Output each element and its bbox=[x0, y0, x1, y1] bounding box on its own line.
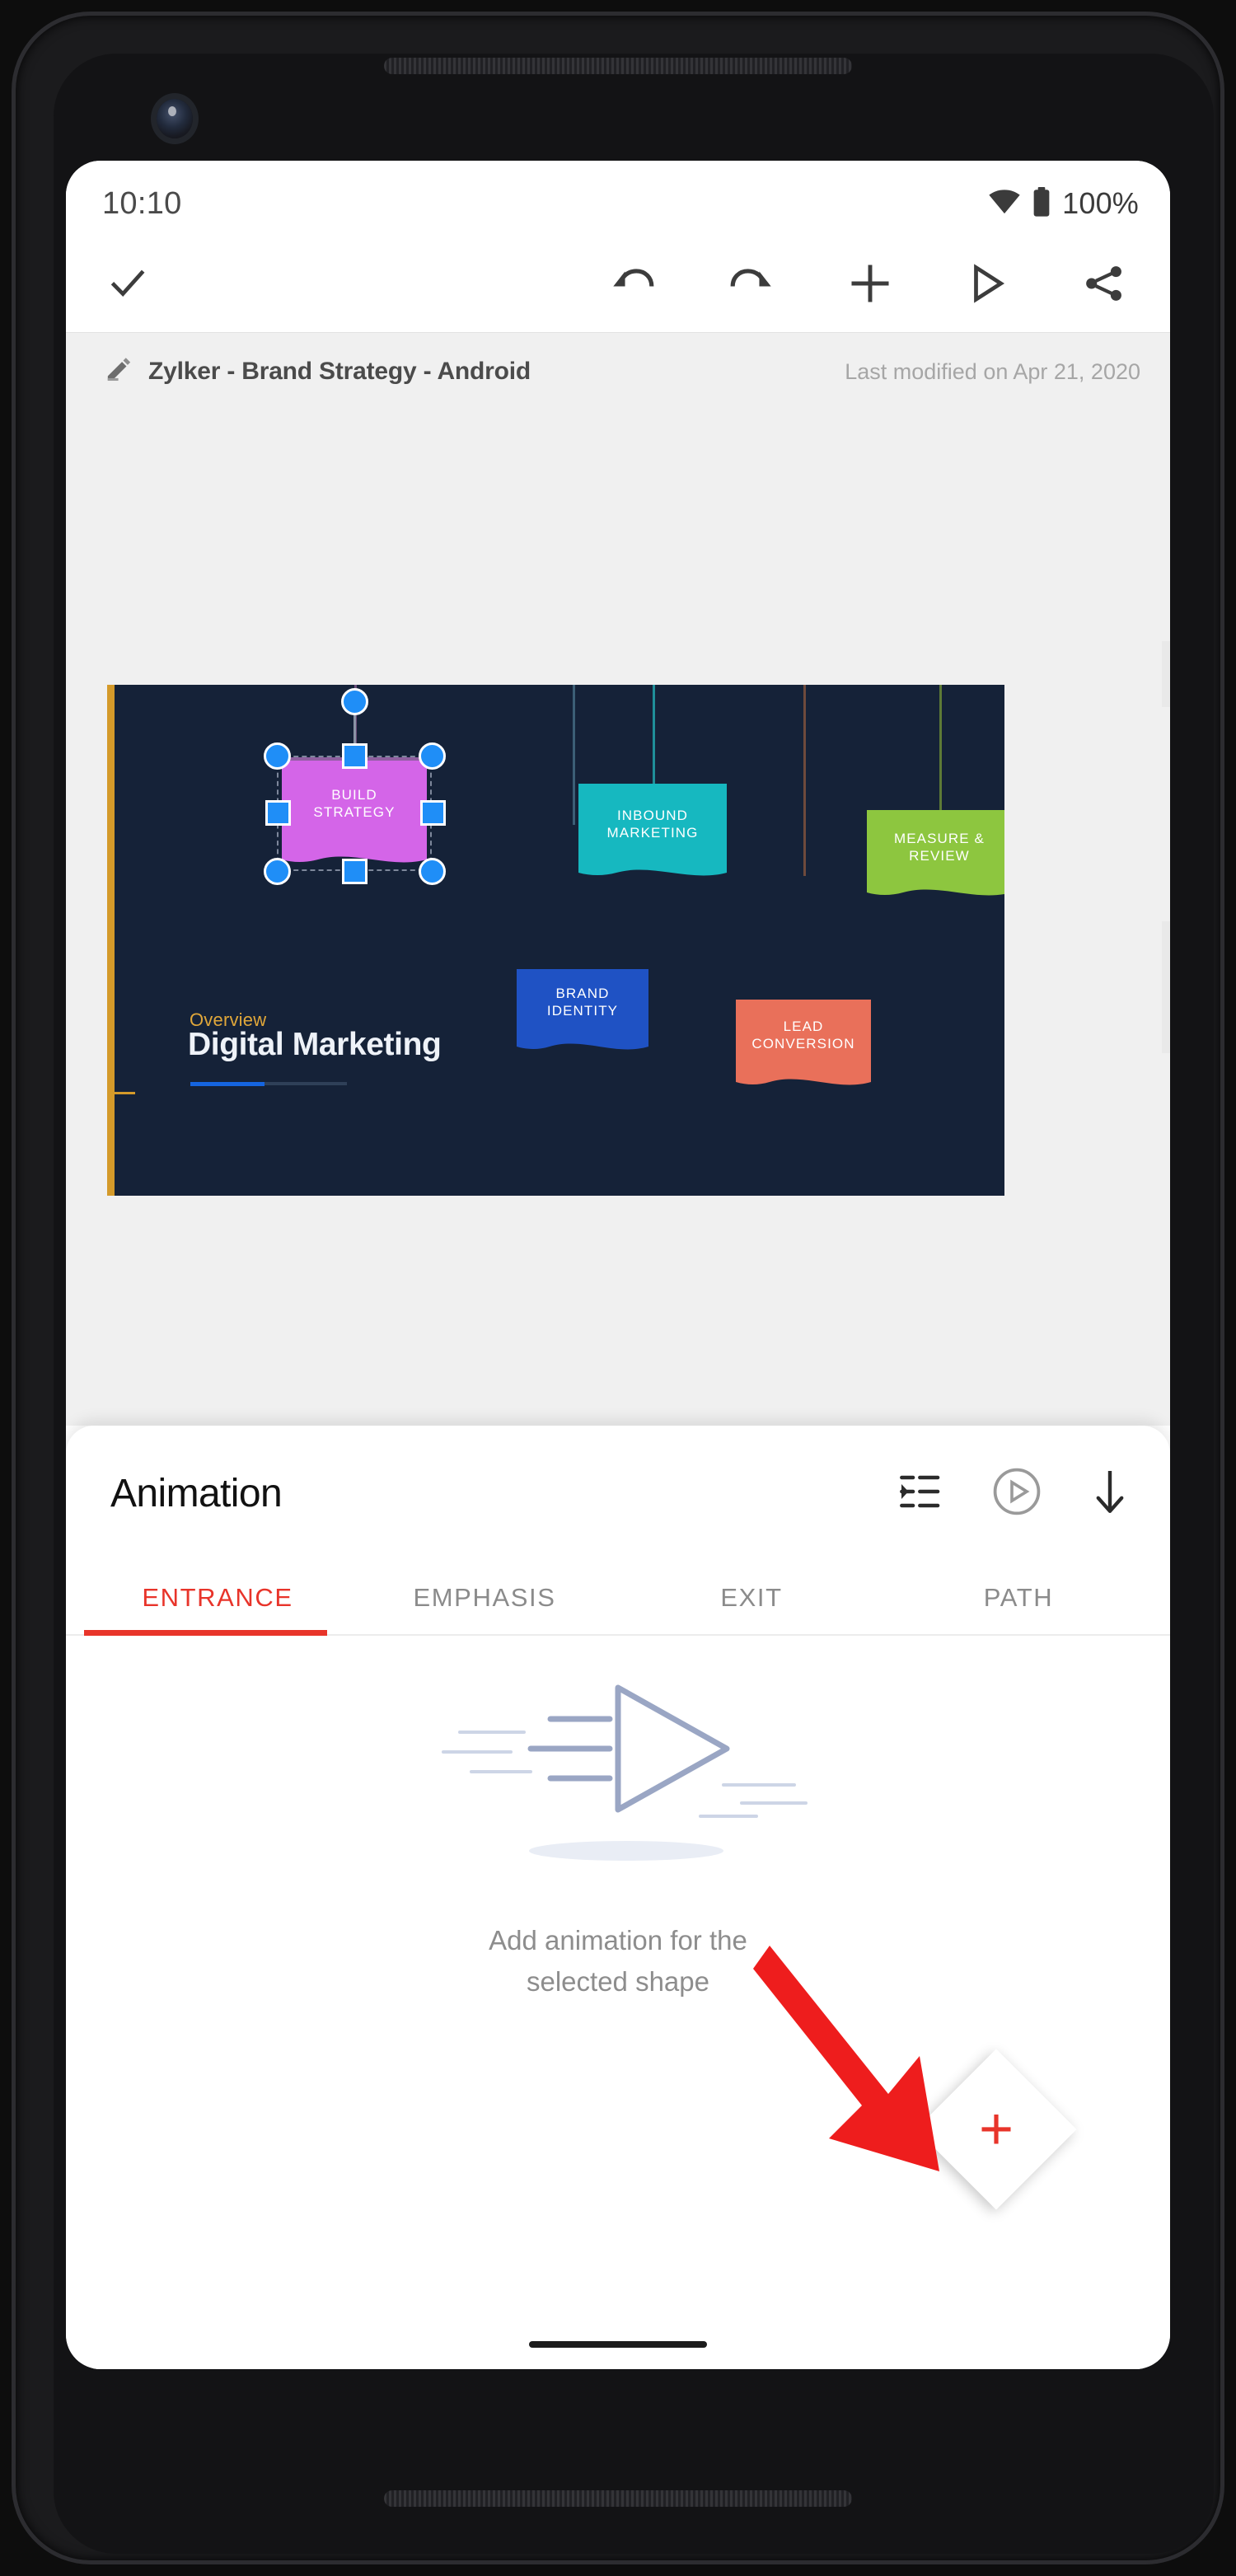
shape-brand-identity[interactable]: BRAND IDENTITY bbox=[517, 969, 648, 1035]
connector-line-5 bbox=[939, 685, 942, 810]
selection-handle-top-right[interactable] bbox=[419, 742, 446, 770]
app-toolbar bbox=[66, 235, 1170, 332]
selection-handle-bottom-right[interactable] bbox=[419, 858, 446, 885]
empty-message-line-2: selected shape bbox=[527, 1966, 709, 1998]
tab-emphasis[interactable]: EMPHASIS bbox=[351, 1571, 618, 1634]
phone-screen: 10:10 100% Zylker - Brand Strategy - And… bbox=[66, 161, 1170, 2369]
arrow-down-icon[interactable] bbox=[1093, 1468, 1127, 1520]
shape-label: BRAND IDENTITY bbox=[546, 985, 619, 1019]
shape-banner-tail-4 bbox=[517, 1033, 648, 1050]
battery-full-icon bbox=[1032, 186, 1051, 221]
undo-button[interactable] bbox=[610, 262, 656, 305]
connector-line-3 bbox=[653, 685, 655, 784]
play-circle-icon[interactable] bbox=[992, 1467, 1042, 1520]
shape-measure-review[interactable]: MEASURE & REVIEW bbox=[867, 813, 1004, 881]
slide-strip-peek-bottom bbox=[1162, 921, 1170, 1053]
connector-line-2 bbox=[573, 685, 575, 825]
earpiece-speaker-grille bbox=[384, 58, 852, 74]
animation-panel-header: Animation bbox=[66, 1426, 1170, 1520]
status-bar-indicators: 100% bbox=[988, 186, 1139, 221]
selection-rotate-handle[interactable] bbox=[341, 688, 368, 715]
selection-bounding-box bbox=[277, 756, 432, 871]
tab-exit[interactable]: EXIT bbox=[618, 1571, 885, 1634]
shape-label: INBOUND MARKETING bbox=[606, 807, 699, 841]
done-button[interactable] bbox=[105, 261, 150, 306]
slide-accent-bar bbox=[107, 685, 115, 1196]
tab-path[interactable]: PATH bbox=[885, 1571, 1152, 1634]
slide-preview[interactable]: BUILD STRATEGY INBOUND MARKETING MEASURE… bbox=[107, 685, 1004, 1196]
shape-lead-conversion[interactable]: LEAD CONVERSION bbox=[736, 1000, 871, 1070]
phone-frame: 10:10 100% Zylker - Brand Strategy - And… bbox=[0, 0, 1236, 2576]
slide-accent-tick bbox=[107, 1092, 135, 1094]
animation-panel: Animation ENTRANCE EMPHASIS EXIT PATH Ad… bbox=[66, 1426, 1170, 2369]
tab-entrance[interactable]: ENTRANCE bbox=[84, 1571, 351, 1634]
selection-handle-bottom-center[interactable] bbox=[342, 859, 368, 884]
shape-banner-tail-5 bbox=[736, 1069, 871, 1085]
animation-tab-bar: ENTRANCE EMPHASIS EXIT PATH bbox=[66, 1571, 1170, 1636]
share-button[interactable] bbox=[1081, 261, 1127, 306]
wifi-icon bbox=[988, 189, 1021, 218]
selection-handle-middle-right[interactable] bbox=[420, 800, 446, 826]
selection-handle-top-center[interactable] bbox=[342, 743, 368, 769]
slide-strip-peek-top bbox=[1162, 641, 1170, 707]
battery-percentage: 100% bbox=[1062, 186, 1139, 220]
connector-line-4 bbox=[803, 685, 806, 876]
home-indicator bbox=[529, 2341, 707, 2348]
shape-banner-tail-3 bbox=[867, 879, 1004, 896]
document-info-bar: Zylker - Brand Strategy - Android Last m… bbox=[66, 332, 1170, 410]
empty-message-line-1: Add animation for the bbox=[489, 1925, 747, 1955]
selection-handle-bottom-left[interactable] bbox=[264, 858, 291, 885]
shape-inbound-marketing[interactable]: INBOUND MARKETING bbox=[578, 787, 727, 861]
present-button[interactable] bbox=[966, 261, 1009, 306]
selection-handle-middle-left[interactable] bbox=[265, 800, 291, 826]
animation-empty-message: Add animation for the selected shape bbox=[66, 1920, 1170, 2002]
last-modified-label: Last modified on Apr 21, 2020 bbox=[845, 358, 1140, 384]
shape-banner-tail-2 bbox=[578, 859, 727, 876]
animation-empty-state: Add animation for the selected shape bbox=[66, 1640, 1170, 2002]
animation-panel-title: Animation bbox=[110, 1472, 283, 1515]
shape-label: MEASURE & REVIEW bbox=[893, 830, 986, 864]
bottom-speaker-grille bbox=[384, 2490, 852, 2507]
toolbar-actions bbox=[610, 260, 1132, 307]
status-bar-clock: 10:10 bbox=[102, 185, 182, 221]
animation-panel-actions bbox=[898, 1467, 1127, 1520]
list-reorder-icon[interactable] bbox=[898, 1473, 941, 1515]
slide-canvas-area[interactable]: BUILD STRATEGY INBOUND MARKETING MEASURE… bbox=[66, 410, 1170, 1426]
slide-title-text: Digital Marketing bbox=[188, 1027, 442, 1062]
add-slide-button[interactable] bbox=[847, 260, 893, 307]
animation-play-illustration bbox=[66, 1640, 1170, 1887]
shape-label: LEAD CONVERSION bbox=[751, 1018, 855, 1051]
status-bar: 10:10 100% bbox=[66, 161, 1170, 235]
slide-title-rule-fill bbox=[190, 1082, 265, 1086]
front-camera-icon bbox=[157, 99, 193, 138]
pencil-icon bbox=[104, 356, 132, 388]
document-title-group[interactable]: Zylker - Brand Strategy - Android bbox=[104, 356, 531, 388]
document-title: Zylker - Brand Strategy - Android bbox=[148, 358, 531, 385]
plus-icon: + bbox=[978, 2096, 1014, 2162]
selection-handle-top-left[interactable] bbox=[264, 742, 291, 770]
active-tab-indicator bbox=[84, 1630, 327, 1636]
redo-button[interactable] bbox=[728, 262, 775, 305]
